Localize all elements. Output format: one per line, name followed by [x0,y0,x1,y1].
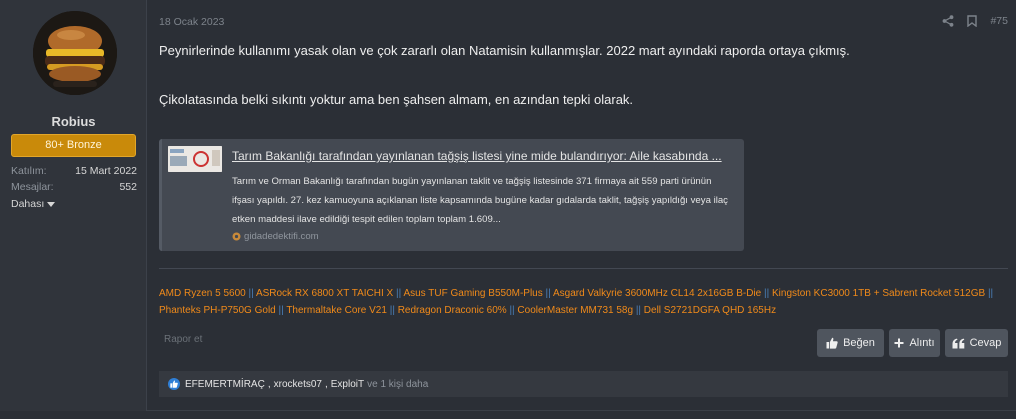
like-reaction-icon [168,378,180,390]
site-favicon [232,232,241,241]
share-icon[interactable] [942,15,954,27]
embed-title-link[interactable]: Tarım Bakanlığı tarafından yayınlanan ta… [232,149,740,163]
embed-thumbnail [168,146,222,172]
signature-separator: || [635,305,642,316]
caret-down-icon [47,201,56,207]
signature-item: Dell S2721DGFA QHD 165Hz [643,305,777,316]
reaction-user-link[interactable]: xrockets07 [274,379,322,390]
post-number[interactable]: #75 [990,15,1008,27]
signature-item: ASRock RX 6800 XT TAICHI X [255,288,394,299]
post-paragraph-2: Çikolatasında belki sıkıntı yoktur ama b… [159,92,634,107]
signature-separator: || [278,305,284,316]
joined-stat: Katılım: 15 Mart 2022 [11,165,137,179]
quote-label: Alıntı [909,337,935,349]
plus-icon [894,338,904,348]
signature-item: CoolerMaster MM731 58g [517,305,634,316]
bookmark-icon[interactable] [967,15,978,27]
rank-badge: 80+ Bronze [11,134,136,157]
thumbs-up-icon [826,337,838,349]
signature-separator: || [396,288,402,299]
reactions-bar: EFEMERTMİRAÇ, xrockets07, ExploiT ve 1 k… [159,371,1008,397]
quote-button[interactable]: Alıntı [889,329,940,357]
messages-value: 552 [119,181,137,193]
post-paragraph-1: Peynirlerinde kullanımı yasak olan ve ço… [159,43,850,58]
burger-avatar-image [33,11,117,95]
reply-button[interactable]: Cevap [945,329,1008,357]
signature-divider [159,268,1008,269]
signature-separator: || [389,305,395,316]
messages-stat: Mesajlar: 552 [11,181,137,195]
quote-icon [952,338,964,348]
signature-item: Asgard Valkyrie 3600MHz CL14 2x16GB B-Di… [552,288,762,299]
signature-item: Thermaltake Core V21 [286,305,387,316]
signature-item: Phanteks PH-P750G Gold [159,305,276,316]
signature: AMD Ryzen 5 5600 || ASRock RX 6800 XT TA… [159,285,999,319]
joined-label: Katılım: [11,165,47,177]
more-label: Dahası [11,198,45,210]
report-link[interactable]: Rapor et [164,334,202,345]
user-info-column: Robius 80+ Bronze Katılım: 15 Mart 2022 … [0,0,147,411]
reaction-user-link[interactable]: ExploiT [331,379,364,390]
joined-value: 15 Mart 2022 [75,165,137,177]
messages-label: Mesajlar: [11,181,54,193]
signature-item: AMD Ryzen 5 5600 [159,288,246,299]
like-button[interactable]: Beğen [817,329,884,357]
signature-separator: || [987,288,994,299]
signature-separator: || [545,288,551,299]
link-preview-embed[interactable]: Tarım Bakanlığı tarafından yayınlanan ta… [159,139,744,251]
reactions-more-link[interactable]: ve 1 kişi daha [367,379,428,390]
reaction-user-link[interactable]: EFEMERTMİRAÇ [185,379,265,390]
signature-separator: || [248,288,254,299]
embed-description: Tarım ve Orman Bakanlığı tarafından bugü… [232,176,728,225]
signature-separator: || [509,305,515,316]
embed-source-domain: gidadedektifi.com [244,231,319,242]
like-label: Beğen [843,337,875,349]
signature-item: Redragon Draconic 60% [397,305,507,316]
post-tools: #75 [942,13,1008,29]
post-date[interactable]: 18 Ocak 2023 [159,16,224,28]
embed-source[interactable]: gidadedektifi.com [232,231,319,242]
more-info-toggle[interactable]: Dahası [11,198,56,210]
avatar[interactable] [33,11,117,95]
signature-separator: || [764,288,770,299]
signature-item: Kingston KC3000 1TB + Sabrent Rocket 512… [771,288,986,299]
reply-label: Cevap [969,337,1002,349]
signature-item: Asus TUF Gaming B550M-Plus [403,288,543,299]
forum-post: Robius 80+ Bronze Katılım: 15 Mart 2022 … [0,0,1016,411]
username[interactable]: Robius [0,114,147,129]
